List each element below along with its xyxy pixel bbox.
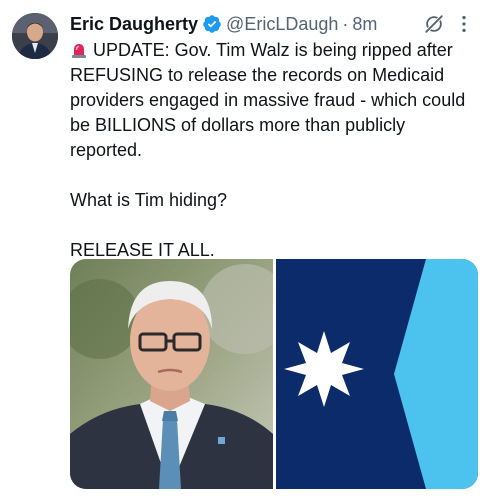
tweet-paragraph-1: UPDATE: Gov. Tim Walz is being ripped af…	[70, 40, 466, 160]
header-separator: ·	[342, 13, 349, 34]
tweet-paragraph-2: What is Tim hiding?	[70, 190, 228, 210]
tweet-media[interactable]	[70, 259, 478, 489]
more-options-icon[interactable]	[453, 13, 475, 35]
grok-icon[interactable]	[423, 13, 445, 35]
tweet-text: UPDATE: Gov. Tim Walz is being ripped af…	[70, 38, 482, 263]
author-avatar[interactable]	[12, 13, 58, 59]
siren-emoji-icon	[70, 41, 88, 59]
minnesota-flag-image[interactable]	[275, 259, 478, 489]
author-display-name[interactable]: Eric Daugherty	[70, 14, 198, 35]
tweet[interactable]: Eric Daugherty @EricLDaugh · 8m UPDATE: …	[0, 0, 491, 500]
tweet-header: Eric Daugherty @EricLDaugh · 8m	[70, 11, 477, 37]
author-handle[interactable]: @EricLDaugh	[226, 14, 338, 35]
portrait-photo[interactable]	[70, 259, 273, 489]
tweet-timestamp[interactable]: 8m	[352, 14, 377, 35]
verified-badge-icon	[202, 14, 222, 34]
